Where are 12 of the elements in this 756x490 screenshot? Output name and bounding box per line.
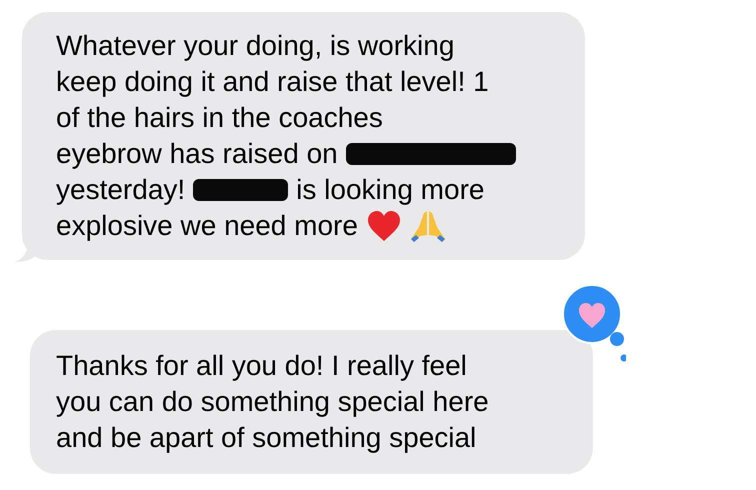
message-text: is looking more	[296, 173, 484, 207]
heart-icon	[366, 210, 402, 242]
message-text: yesterday!	[56, 173, 186, 207]
message-text: eyebrow has raised on	[56, 137, 338, 171]
message-text: keep doing it and raise that level! 1	[56, 65, 489, 99]
message-text: and be apart of something special	[56, 421, 476, 455]
message-text: you can do something special here	[56, 385, 489, 419]
message-text: explosive we need more	[56, 209, 358, 243]
praying-hands-icon	[410, 209, 446, 243]
message-text: Thanks for all you do! I really feel	[56, 349, 467, 383]
message-text: Whatever your doing, is working	[56, 29, 454, 63]
message-text: of the hairs in the coaches	[56, 101, 383, 135]
